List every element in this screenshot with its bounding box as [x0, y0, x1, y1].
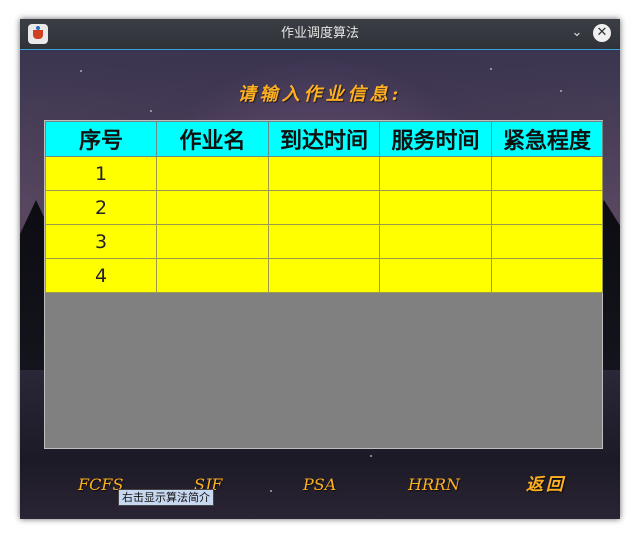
- column-header-arrival-time[interactable]: 到达时间: [268, 121, 380, 157]
- window-title: 作业调度算法: [280, 26, 359, 41]
- column-header-urgency[interactable]: 紧急程度: [491, 121, 603, 157]
- title-bar[interactable]: 作业调度算法 ⌄ ✕: [20, 19, 620, 50]
- table-cell-urgency[interactable]: [491, 190, 603, 225]
- close-icon[interactable]: ✕: [593, 24, 611, 42]
- column-header-service-time[interactable]: 服务时间: [379, 121, 492, 157]
- column-header-job-name[interactable]: 作业名: [156, 121, 269, 157]
- table-row: 1: [45, 156, 603, 191]
- table-cell-service-time[interactable]: [379, 224, 492, 259]
- fcfs-button[interactable]: FCFS: [78, 470, 123, 500]
- back-button[interactable]: 返回: [526, 470, 566, 500]
- column-header-index[interactable]: 序号: [45, 121, 157, 157]
- table-cell-index[interactable]: 2: [45, 190, 157, 225]
- psa-button[interactable]: PSA: [303, 470, 336, 500]
- table-cell-job-name[interactable]: [156, 190, 269, 225]
- table-cell-job-name[interactable]: [156, 156, 269, 191]
- table-cell-arrival-time[interactable]: [268, 258, 380, 293]
- job-table-grid: 序号 作业名 到达时间 服务时间 紧急程度 1 2 3 4: [45, 121, 603, 293]
- table-row: 3: [45, 224, 603, 259]
- table-cell-service-time[interactable]: [379, 258, 492, 293]
- table-cell-index[interactable]: 3: [45, 224, 157, 259]
- table-cell-job-name[interactable]: [156, 224, 269, 259]
- app-window: 作业调度算法 ⌄ ✕ 请输入作业信息: 序号 作业名 到达时间 服务时间 紧急程…: [20, 19, 620, 519]
- table-row: 2: [45, 190, 603, 225]
- table-cell-urgency[interactable]: [491, 224, 603, 259]
- table-cell-arrival-time[interactable]: [268, 156, 380, 191]
- table-cell-index[interactable]: 4: [45, 258, 157, 293]
- table-cell-service-time[interactable]: [379, 156, 492, 191]
- table-header-row: 序号 作业名 到达时间 服务时间 紧急程度: [45, 121, 603, 157]
- table-cell-urgency[interactable]: [491, 156, 603, 191]
- content-area: 请输入作业信息: 序号 作业名 到达时间 服务时间 紧急程度 1 2 3 4 F…: [20, 50, 620, 519]
- job-table[interactable]: 序号 作业名 到达时间 服务时间 紧急程度 1 2 3 4: [44, 120, 603, 449]
- table-cell-urgency[interactable]: [491, 258, 603, 293]
- table-cell-index[interactable]: 1: [45, 156, 157, 191]
- input-prompt-heading: 请输入作业信息:: [237, 84, 403, 105]
- algorithm-button-bar: FCFS SJF PSA HRRN 返回: [20, 470, 620, 500]
- chevron-down-icon[interactable]: ⌄: [570, 26, 584, 40]
- table-cell-arrival-time[interactable]: [268, 190, 380, 225]
- hrrn-button[interactable]: HRRN: [408, 470, 460, 500]
- table-cell-arrival-time[interactable]: [268, 224, 380, 259]
- table-cell-service-time[interactable]: [379, 190, 492, 225]
- table-row: 4: [45, 258, 603, 293]
- tooltip: 右击显示算法简介: [118, 489, 214, 506]
- table-cell-job-name[interactable]: [156, 258, 269, 293]
